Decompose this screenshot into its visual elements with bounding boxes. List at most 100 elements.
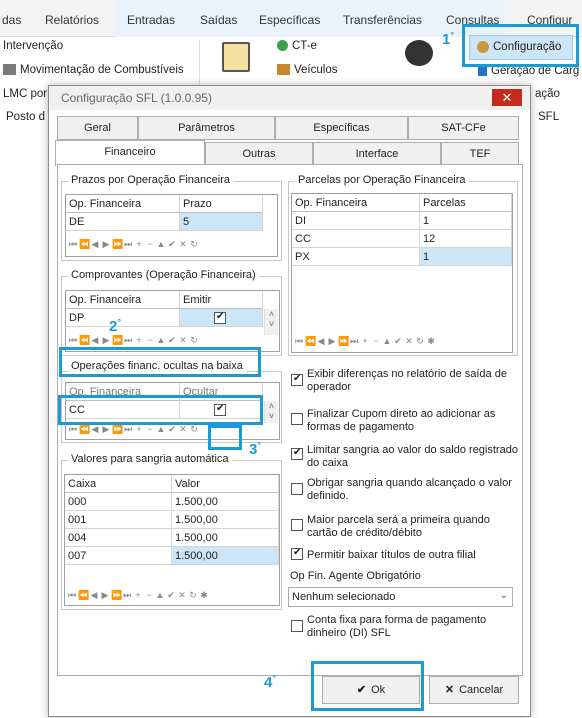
agente-label: Op Fin. Agente Obrigatório — [290, 570, 421, 582]
ribbon-item-sfl[interactable]: SFL — [538, 111, 559, 123]
ribbon-tab-especificas[interactable]: Específicas — [259, 13, 320, 27]
tab-sat-cfe[interactable]: SAT-CFe — [408, 116, 519, 140]
column-header[interactable]: Caixa — [65, 475, 172, 493]
ribbon-item-label: Movimentação de Combustíveis — [20, 64, 184, 76]
scrollbar[interactable]: ˄ ˅ — [264, 401, 278, 423]
ribbon-item-veiculos[interactable]: Veículos — [277, 64, 337, 76]
ribbon-item-label: CT-e — [292, 40, 317, 52]
grid-navigator[interactable]: ⏮⏪◀ ▶ ⏩⏭ + − ▲ ✔ ✕ ↻ ✱ — [67, 590, 210, 606]
column-header[interactable]: Prazo — [180, 195, 263, 213]
close-icon: ✕ — [501, 90, 513, 105]
column-header[interactable]: Op. Financeira — [66, 291, 180, 309]
ribbon-item-acao[interactable]: ação — [535, 88, 560, 100]
sangria-title: Valores para sangria automática — [68, 453, 232, 465]
agente-select[interactable]: Nenhum selecionado ⌄ — [288, 587, 513, 607]
highlight-box-4 — [311, 661, 424, 711]
step-number-3: 3° — [249, 440, 261, 458]
table-cell[interactable]: 001 — [65, 511, 172, 529]
sangria-groupbox: Valores para sangria automática Caixa Va… — [61, 453, 282, 610]
table-cell[interactable]: CC — [292, 230, 420, 248]
table-cell[interactable]: 000 — [65, 493, 172, 511]
ribbon-tab-saidas[interactable]: Saídas — [200, 13, 237, 27]
clipboard-icon[interactable] — [222, 42, 250, 72]
column-header[interactable]: Op. Financeira — [66, 195, 180, 213]
cte-icon — [277, 40, 288, 52]
tab-tef[interactable]: TEF — [441, 142, 519, 166]
table-cell[interactable]: 12 — [420, 230, 512, 248]
parcelas-title: Parcelas por Operação Financeira — [295, 174, 469, 186]
ribbon-tab-relatorios[interactable]: Relatórios — [45, 13, 99, 27]
table-cell[interactable]: DI — [292, 212, 420, 230]
step-number-2: 2° — [109, 317, 121, 335]
table-cell[interactable]: 1.500,00 — [172, 529, 279, 547]
cloud-users-icon[interactable] — [405, 40, 433, 66]
finalizar-cupom-label: Finalizar Cupom direto ao adicionar as f… — [307, 408, 496, 433]
obrigar-sangria-checkbox[interactable] — [291, 483, 303, 495]
table-cell[interactable]: 004 — [65, 529, 172, 547]
ribbon-item-posto[interactable]: Posto d — [6, 111, 45, 123]
maior-parcela-label: Maior parcela será a primeira quando car… — [307, 514, 490, 539]
scrollbar[interactable]: ˄ ˅ — [264, 309, 278, 335]
table-cell[interactable]: PX — [292, 248, 420, 266]
prazos-grid[interactable]: Op. Financeira Prazo DE 5 ⏮⏪◀ ▶ ⏩⏭ + − ▲ ✔ ✕ ↻ — [65, 194, 278, 257]
table-cell[interactable]: DP — [66, 309, 180, 327]
permitir-baixar-checkbox[interactable] — [291, 547, 303, 560]
ribbon-item-label: Veículos — [294, 64, 338, 76]
obrigar-sangria-label: Obrigar sangria quando alcançado o valor… — [307, 477, 512, 502]
download-icon — [478, 65, 487, 77]
chevron-down-icon: ⌄ — [499, 590, 508, 601]
highlight-box-1 — [462, 24, 579, 67]
ribbon-item-movimentacao[interactable]: Movimentação de Combustíveis — [3, 64, 184, 76]
fuel-icon — [3, 64, 16, 76]
tab-parametros[interactable]: Parâmetros — [138, 116, 275, 140]
sangria-grid[interactable]: Caixa Valor 000 1.500,00 001 1.500,00 00… — [64, 474, 280, 606]
table-cell[interactable]: 1.500,00 — [172, 511, 279, 529]
table-cell[interactable]: 1 — [420, 248, 512, 266]
table-cell[interactable]: 1.500,00 — [172, 493, 279, 511]
limitar-sangria-checkbox[interactable] — [291, 447, 303, 460]
table-cell[interactable]: 007 — [65, 547, 172, 565]
cancel-button[interactable]: ✕ Cancelar — [429, 676, 519, 704]
maior-parcela-checkbox[interactable] — [291, 519, 303, 531]
column-header[interactable]: Parcelas — [420, 194, 512, 212]
emitir-checkbox[interactable] — [214, 311, 226, 324]
conta-fixa-label: Conta fixa para forma de pagamento dinhe… — [307, 614, 487, 639]
ribbon-tab-das[interactable]: das — [2, 13, 21, 27]
ribbon-separator — [199, 40, 200, 85]
column-header[interactable]: Emitir — [180, 291, 263, 309]
grid-navigator[interactable]: ⏮⏪◀ ▶ ⏩⏭ + − ▲ ✔ ✕ ↻ — [68, 239, 200, 255]
column-header[interactable]: Valor — [172, 475, 279, 493]
tab-outras[interactable]: Outras — [205, 142, 313, 166]
ribbon-tab-transferencias[interactable]: Transferências — [343, 13, 422, 27]
ribbon-item-cte[interactable]: CT-e — [277, 40, 317, 52]
agente-select-value: Nenhum selecionado — [292, 591, 396, 603]
ribbon-item-intervencao[interactable]: Intervenção — [3, 40, 63, 52]
ribbon-tab-entradas[interactable]: Entradas — [127, 13, 175, 27]
highlight-box-ocultas-row — [58, 395, 263, 425]
limitar-sangria-label: Limitar sangria ao valor do saldo regist… — [307, 444, 518, 469]
comprovantes-title: Comprovantes (Operação Financeira) — [68, 269, 259, 281]
prazos-groupbox: Prazos por Operação Financeira Op. Finan… — [61, 174, 282, 261]
tab-financeiro[interactable]: Financeiro — [55, 140, 205, 166]
ribbon-item-lmc[interactable]: LMC por — [3, 88, 47, 100]
grid-navigator[interactable]: ⏮⏪◀ ▶ ⏩⏭ + − ▲ ✔ ✕ ↻ ✱ — [294, 336, 437, 352]
table-cell[interactable]: 1 — [420, 212, 512, 230]
table-cell[interactable]: 1.500,00 — [172, 547, 279, 565]
prazos-title: Prazos por Operação Financeira — [68, 174, 233, 186]
table-cell[interactable]: DE — [66, 213, 180, 231]
tab-geral[interactable]: Geral — [57, 116, 138, 140]
exibir-diferencas-checkbox[interactable] — [291, 373, 303, 386]
finalizar-cupom-checkbox[interactable] — [291, 413, 303, 425]
comprovantes-grid[interactable]: Op. Financeira Emitir DP ˄˅ ⏮⏪◀▶⏩⏭+−▲✔✕↻ — [65, 290, 280, 352]
tab-especificas[interactable]: Específicas — [275, 116, 408, 140]
column-header[interactable]: Op. Financeira — [292, 194, 420, 212]
tab-interface[interactable]: Interface — [313, 142, 441, 166]
close-button[interactable]: ✕ — [492, 89, 522, 106]
parcelas-groupbox: Parcelas por Operação Financeira Op. Fin… — [288, 174, 518, 356]
grid-navigator[interactable]: ⏮⏪◀ ▶ ⏩⏭ + − ▲ ✔ ✕ ↻ — [68, 424, 200, 440]
conta-fixa-checkbox[interactable] — [291, 620, 303, 632]
truck-icon — [277, 64, 290, 76]
table-cell[interactable]: 5 — [180, 213, 263, 231]
step-number-1: 1° — [442, 30, 454, 48]
parcelas-grid[interactable]: Op. Financeira Parcelas DI 1 CC 12 PX 1 … — [291, 193, 513, 353]
